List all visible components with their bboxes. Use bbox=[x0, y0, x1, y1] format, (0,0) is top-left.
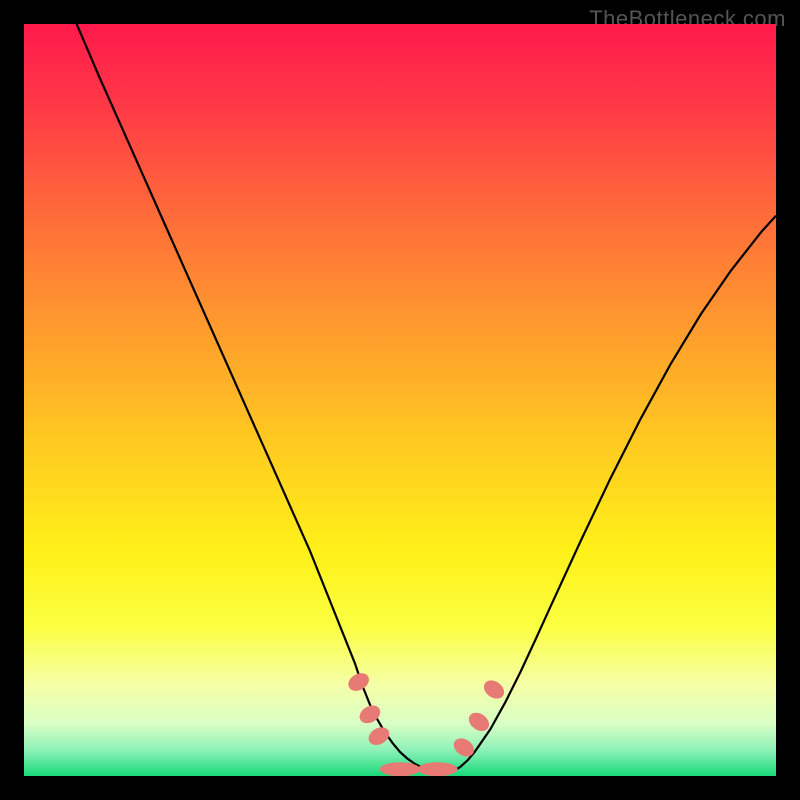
chart-frame: TheBottleneck.com bbox=[0, 0, 800, 800]
chart-svg bbox=[24, 24, 776, 776]
data-point-marker bbox=[418, 762, 458, 776]
data-point-marker bbox=[380, 762, 420, 776]
plot-area bbox=[24, 24, 776, 776]
background-gradient bbox=[24, 24, 776, 776]
